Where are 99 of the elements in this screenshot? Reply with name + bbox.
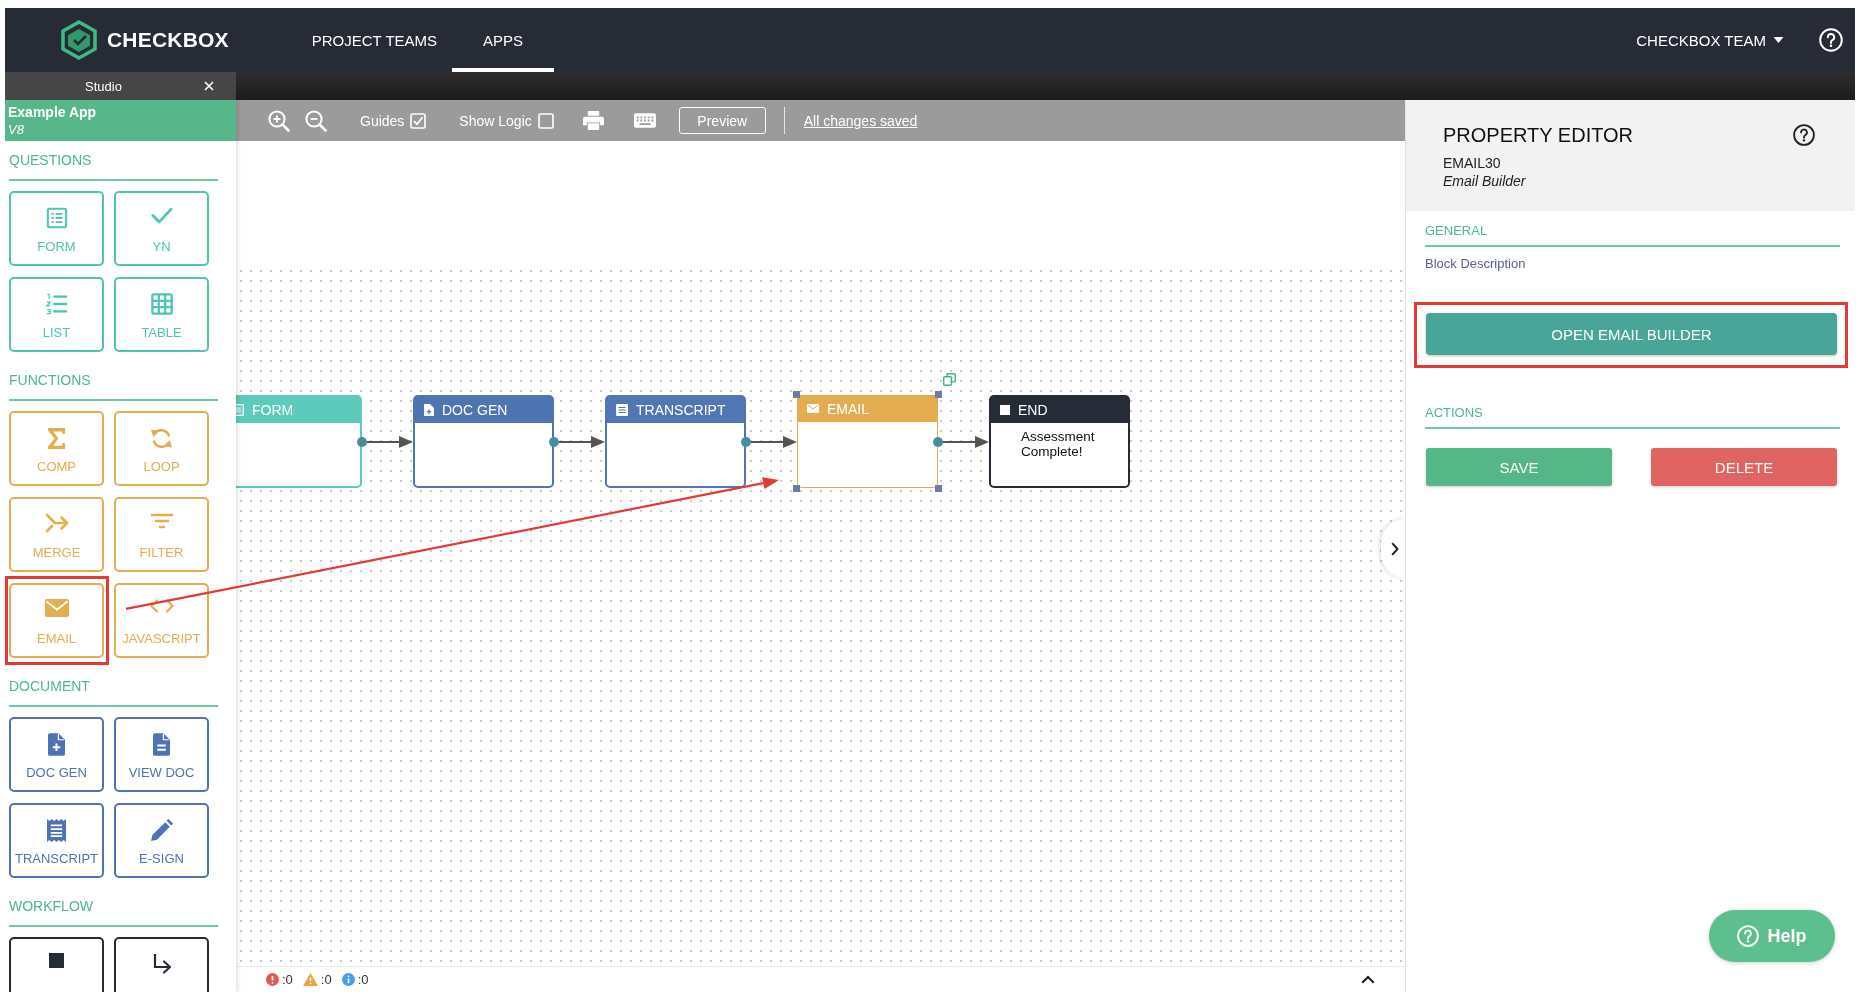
palette-tile[interactable]: LIST: [9, 277, 104, 352]
check-icon: [150, 207, 173, 224]
resize-handle[interactable]: [935, 391, 942, 398]
open-builder-button[interactable]: OPEN EMAIL BUILDER: [1426, 313, 1837, 355]
code-brackets-icon: [149, 599, 174, 613]
resize-handle[interactable]: [793, 485, 800, 492]
panel-title: PROPERTY EDITOR: [1443, 123, 1634, 147]
node-text: Assessment Complete!: [1020, 428, 1096, 459]
palette-tile[interactable]: MERGE: [9, 497, 104, 572]
block-id: EMAIL30: [1443, 154, 1502, 172]
palette-tile[interactable]: TABLE: [114, 277, 209, 352]
section-heading: GENERAL: [1425, 211, 1840, 247]
sigma-icon: [47, 427, 66, 450]
section-heading: ACTIONS: [1425, 393, 1840, 429]
panel-tab[interactable]: Studio: [5, 72, 236, 100]
hexagon-logo-icon: [61, 20, 97, 60]
table-icon: [150, 293, 173, 315]
close-icon[interactable]: [204, 81, 214, 91]
filter-icon: [149, 513, 174, 529]
document-plus-icon: [424, 403, 434, 416]
receipt-icon: [47, 819, 66, 842]
document-plus-icon: [48, 733, 65, 756]
logo-text: CHECKBOX: [107, 28, 229, 52]
connector-arrow: [741, 434, 797, 449]
checkbox[interactable]: [410, 112, 427, 129]
section-heading: FUNCTIONS: [9, 361, 218, 401]
section-heading: QUESTIONS: [9, 141, 218, 181]
save-button[interactable]: SAVE: [1426, 448, 1612, 486]
keyboard-icon[interactable]: [633, 113, 656, 128]
chevron-up-icon[interactable]: [1361, 975, 1375, 984]
help-button[interactable]: Help: [1709, 910, 1835, 962]
node-title: END: [1018, 401, 1048, 418]
block-type: Email Builder: [1443, 172, 1527, 191]
preview-button[interactable]: Preview: [678, 107, 766, 134]
document-icon: [153, 733, 170, 756]
palette-tile[interactable]: EMAIL: [9, 583, 104, 658]
resize-handle[interactable]: [935, 485, 942, 492]
palette-tile[interactable]: DOC GEN: [9, 717, 104, 792]
palette-tile[interactable]: FILTER: [114, 497, 209, 572]
help-icon[interactable]: [1793, 124, 1815, 146]
flow-node[interactable]: END Assessment Complete!: [989, 395, 1130, 488]
flow-node[interactable]: TRANSCRIPT: [605, 395, 746, 488]
envelope-icon: [44, 599, 69, 617]
warning-icon: [302, 973, 318, 986]
count-text: :0: [357, 972, 369, 987]
connector-arrow: [549, 434, 605, 449]
save-status-link[interactable]: All changes saved: [803, 112, 918, 129]
node-title: TRANSCRIPT: [636, 401, 726, 418]
node-title: EMAIL: [827, 400, 869, 417]
connector-arrow: [933, 434, 989, 449]
section-heading: DOCUMENT: [9, 667, 218, 707]
connector-arrow: [357, 434, 413, 449]
app-version: V8: [8, 121, 25, 139]
palette-tile[interactable]: LOOP: [114, 411, 209, 486]
copy-icon[interactable]: [943, 373, 956, 386]
delete-button[interactable]: DELETE: [1651, 448, 1837, 486]
merge-arrow-icon: [44, 513, 69, 533]
panel-toggle-button[interactable]: [1381, 519, 1405, 578]
flow-node[interactable]: DOC GEN: [413, 395, 554, 488]
list-box-icon: [616, 403, 628, 416]
app-name: Example App: [8, 103, 98, 121]
account-menu[interactable]: CHECKBOX TEAM: [1636, 31, 1784, 49]
palette-tile[interactable]: E-SIGN: [114, 803, 209, 878]
node-title: DOC GEN: [442, 401, 508, 418]
pencil-icon: [150, 819, 173, 841]
checkbox-option[interactable]: Show Logic: [459, 112, 554, 129]
palette-tile[interactable]: FORM: [9, 191, 104, 266]
count-text: :0: [320, 972, 332, 987]
palette-tile[interactable]: JAVASCRIPT: [114, 583, 209, 658]
node-title: FORM: [252, 401, 294, 418]
resize-handle[interactable]: [793, 391, 800, 398]
palette-tile[interactable]: YN: [114, 191, 209, 266]
square-icon: [49, 953, 64, 968]
caret-down-icon: [1773, 37, 1784, 43]
square-icon: [1000, 404, 1010, 415]
checkbox-option[interactable]: Guides: [360, 112, 427, 129]
count-text: :0: [282, 972, 293, 987]
palette-tile[interactable]: TRANSCRIPT: [9, 803, 104, 878]
form-icon: [45, 207, 68, 229]
zoom-out-icon[interactable]: [305, 109, 327, 132]
zoom-in-icon[interactable]: [268, 109, 290, 132]
palette-tile[interactable]: VIEW DOC: [114, 717, 209, 792]
tab-title: Studio: [85, 78, 122, 94]
palette-tile[interactable]: [114, 937, 209, 992]
numbered-list-icon: [45, 293, 68, 315]
palette-tile[interactable]: COMP: [9, 411, 104, 486]
printer-icon[interactable]: [582, 111, 604, 130]
error-icon: [266, 973, 279, 986]
envelope-icon: [807, 404, 819, 413]
info-icon: [341, 973, 355, 986]
turn-arrow-icon: [151, 953, 172, 975]
checkbox[interactable]: [537, 112, 554, 129]
field-label: Block Description: [1425, 255, 1527, 272]
chevron-right-icon: [1391, 541, 1399, 556]
section-heading: WORKFLOW: [9, 887, 218, 927]
flow-node[interactable]: FORM: [236, 395, 362, 488]
palette-tile[interactable]: [9, 937, 104, 992]
help-icon: [1737, 925, 1760, 947]
circular-arrows-icon: [150, 427, 173, 450]
